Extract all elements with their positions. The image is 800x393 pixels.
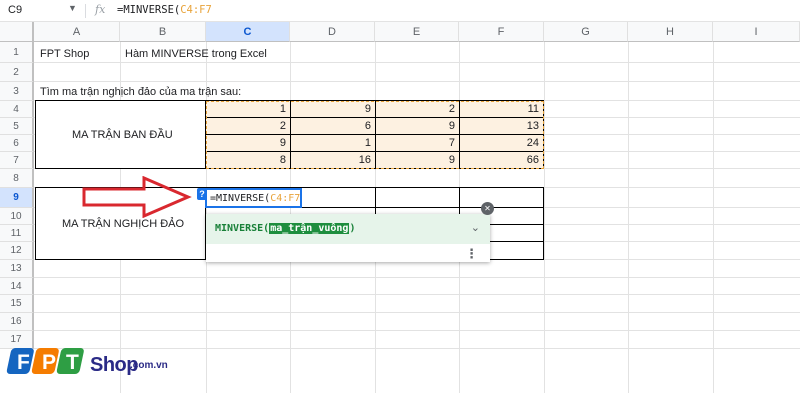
matrix-cell[interactable]: 24 [460,137,539,149]
row-header-13[interactable]: 13 [0,260,34,278]
function-argument: ma_trận_vuông [269,223,350,234]
table-border [543,187,544,260]
column-header-f[interactable]: F [459,22,544,42]
fx-icon: fx [95,3,106,16]
svg-text:P: P [42,351,56,374]
matrix-cell[interactable]: 6 [291,120,371,132]
column-header-e[interactable]: E [375,22,459,42]
gridline [34,62,800,63]
matrix-cell[interactable]: 7 [376,137,455,149]
matrix-cell[interactable]: 16 [291,154,371,166]
label-inverse-matrix: MA TRẬN NGHỊCH ĐẢO [62,218,185,230]
matrix-cell[interactable]: 9 [206,137,286,149]
matrix-cell[interactable]: 13 [460,120,539,132]
gridline [628,42,629,393]
cell-a3[interactable]: Tìm ma trận nghịch đảo của ma trận sau: [40,86,241,98]
function-name: MINVERSE( [215,223,270,234]
column-header-d[interactable]: D [290,22,375,42]
gridline [34,81,800,82]
formula-prefix: =MINVERSE( [117,4,181,16]
row-header-10[interactable]: 10 [0,208,34,225]
matrix-cell[interactable]: 9 [376,120,455,132]
column-header-a[interactable]: A [34,22,120,42]
gridline [713,42,714,393]
formula-input[interactable]: =MINVERSE(C4:F7 [117,4,212,16]
row-header-2[interactable]: 2 [0,63,34,82]
matrix-cell[interactable]: 66 [460,154,539,166]
matrix-cell[interactable]: 9 [291,103,371,115]
formula-bar-divider [85,4,86,18]
name-box[interactable]: C9 [8,4,22,16]
row-header-16[interactable]: 16 [0,313,34,331]
row-header-7[interactable]: 7 [0,152,34,169]
row-header-3[interactable]: 3 [0,82,34,101]
row-header-5[interactable]: 5 [0,118,34,135]
close-icon[interactable]: ✕ [481,202,494,215]
svg-text:F: F [17,351,30,374]
row-header-11[interactable]: 11 [0,225,34,242]
formula-help-button[interactable]: ? [197,188,207,200]
matrix-cell[interactable]: 11 [460,103,539,115]
column-header-c[interactable]: C [206,22,290,42]
cell-a1[interactable]: FPT Shop [40,48,89,60]
more-vert-icon[interactable]: ⋮ [465,247,478,260]
svg-text:T: T [66,351,79,374]
gridline [544,42,545,393]
matrix-cell[interactable]: 2 [206,120,286,132]
matrix-cell[interactable]: 9 [376,154,455,166]
matrix-cell[interactable]: 2 [376,103,455,115]
formula-help-popup: MINVERSE(ma_trận_vuông) ⌄ ⋮ [206,214,490,262]
matrix-cell[interactable]: 1 [291,137,371,149]
cell-editor-text[interactable]: =MINVERSE(C4:F7 [210,193,300,204]
gridline [34,294,800,295]
function-signature: MINVERSE(ma_trận_vuông) [215,223,356,234]
editor-range-ref: C4:F7 [270,193,301,204]
logo-domain-text: .com.vn [130,360,168,371]
row-header-15[interactable]: 15 [0,295,34,313]
gridline [34,277,800,278]
row-header-1[interactable]: 1 [0,42,34,63]
select-all-corner[interactable] [0,22,34,42]
editor-prefix: =MINVERSE( [210,193,271,204]
label-original-matrix: MA TRẬN BAN ĐẦU [72,129,173,141]
fpt-shop-logo: F P T Shop .com.vn [6,346,176,382]
formula-range-ref: C4:F7 [180,4,212,16]
column-header-g[interactable]: G [544,22,628,42]
row-header-8[interactable]: 8 [0,169,34,188]
row-header-14[interactable]: 14 [0,278,34,295]
fpt-logo-icon: F P T [6,348,84,374]
row-header-12[interactable]: 12 [0,242,34,260]
column-header-i[interactable]: I [713,22,800,42]
gridline [34,312,800,313]
matrix-cell[interactable]: 8 [206,154,286,166]
table-border [35,187,36,260]
matrix-cell[interactable]: 1 [206,103,286,115]
row-header-4[interactable]: 4 [0,101,34,118]
formula-bar: C9 ▼ fx =MINVERSE(C4:F7 [0,0,800,22]
row-header-6[interactable]: 6 [0,135,34,152]
row-header-9[interactable]: 9 [0,188,34,208]
red-arrow-icon [82,176,192,218]
cell-b1[interactable]: Hàm MINVERSE trong Excel [125,48,267,60]
popup-header[interactable]: MINVERSE(ma_trận_vuông) ⌄ [206,214,490,244]
column-header-b[interactable]: B [120,22,206,42]
function-close-paren: ) [349,223,356,234]
chevron-down-icon[interactable]: ⌄ [471,221,480,234]
chevron-down-icon[interactable]: ▼ [68,3,77,13]
column-header-h[interactable]: H [628,22,713,42]
table-border [35,100,36,169]
gridline [34,330,800,331]
